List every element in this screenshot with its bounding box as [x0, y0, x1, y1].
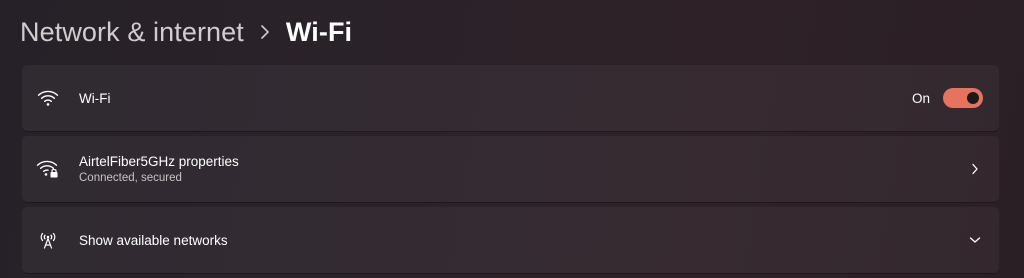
wifi-toggle-card[interactable]: Wi-Fi On	[22, 65, 999, 131]
network-properties-card[interactable]: AirtelFiber5GHz properties Connected, se…	[22, 136, 999, 202]
wifi-toggle-group: On	[912, 88, 983, 108]
breadcrumb-separator-icon	[250, 24, 280, 40]
wifi-icon	[36, 86, 60, 110]
chevron-down-icon	[967, 232, 983, 248]
antenna-icon	[36, 228, 60, 252]
network-properties-title: AirtelFiber5GHz properties	[79, 153, 239, 169]
available-networks-label: Show available networks	[79, 232, 228, 248]
available-networks-card[interactable]: Show available networks	[22, 207, 999, 273]
wifi-toggle-state: On	[911, 90, 930, 106]
wifi-label: Wi-Fi	[79, 90, 111, 106]
toggle-knob	[967, 92, 979, 104]
network-status: Connected, secured	[79, 171, 182, 184]
breadcrumb-parent[interactable]: Network & internet	[20, 17, 244, 48]
breadcrumb: Network & internet Wi-Fi	[20, 12, 352, 52]
page-title: Wi-Fi	[285, 16, 353, 47]
wifi-toggle-switch[interactable]	[943, 88, 983, 108]
wifi-secured-icon	[36, 157, 60, 181]
chevron-right-icon	[967, 161, 983, 177]
